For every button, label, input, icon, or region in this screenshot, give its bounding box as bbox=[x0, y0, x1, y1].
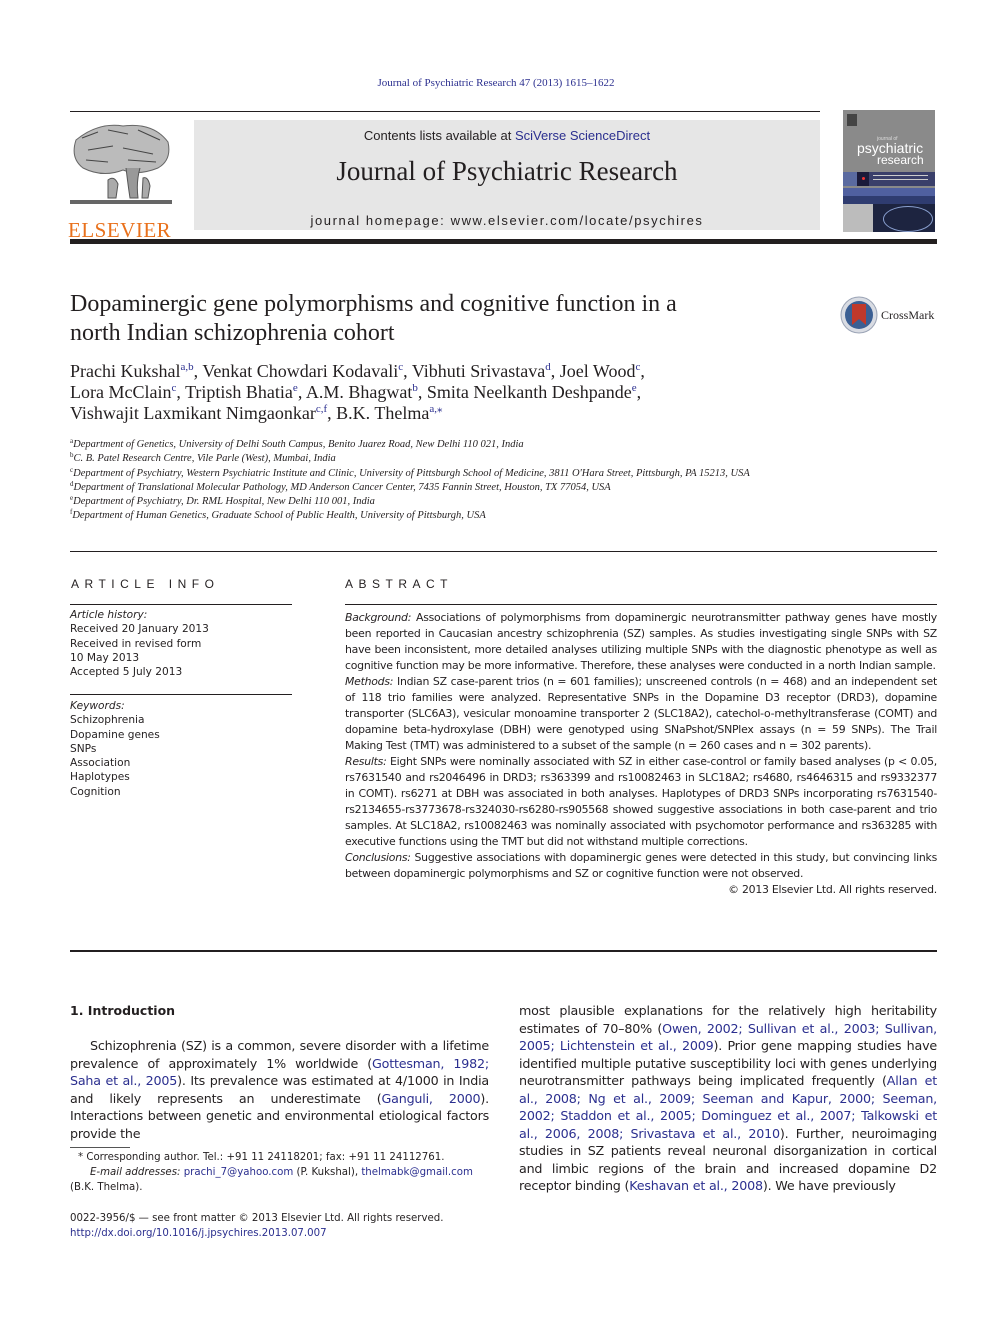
email-link-thelma[interactable]: thelmabk@gmail.com bbox=[361, 1167, 473, 1178]
affiliation-text: C. B. Patel Research Centre, Vile Parle … bbox=[73, 453, 336, 465]
introduction-right-column: most plausible explanations for the rela… bbox=[519, 1003, 937, 1193]
abstract-copyright: © 2013 Elsevier Ltd. All rights reserved… bbox=[728, 883, 937, 896]
keywords-label: Keywords: bbox=[70, 700, 125, 712]
keyword-item: Association bbox=[70, 757, 131, 770]
abstract-bottom-rule bbox=[70, 950, 937, 952]
affiliation-item: eDepartment of Psychiatry, Dr. RML Hospi… bbox=[70, 495, 770, 509]
journal-banner: Contents lists available at SciVerse Sci… bbox=[194, 120, 820, 230]
affiliation-item: dDepartment of Translational Molecular P… bbox=[70, 480, 770, 495]
keyword-item: Haplotypes bbox=[70, 771, 130, 784]
header-bottom-rule bbox=[70, 239, 937, 244]
author-name[interactable]: Vibhuti Srivastava bbox=[412, 361, 545, 381]
email2-owner: (B.K. Thelma). bbox=[70, 1182, 143, 1193]
article-history-label: Article history: bbox=[70, 609, 148, 621]
introduction-heading: 1. Introduction bbox=[70, 1003, 176, 1018]
history-item: Received in revised form bbox=[70, 637, 202, 650]
elsevier-tree-icon bbox=[68, 120, 174, 215]
author-name[interactable]: Joel Wood bbox=[560, 361, 636, 381]
author-list: Prachi Kukshala,b, Venkat Chowdari Kodav… bbox=[70, 361, 645, 423]
front-matter: 0022-3956/$ — see front matter © 2013 El… bbox=[70, 1211, 490, 1241]
author-affiliation-marker[interactable]: a,b bbox=[180, 361, 193, 373]
abstract-rule bbox=[345, 604, 937, 605]
author-name[interactable]: Prachi Kukshal bbox=[70, 361, 180, 381]
abstract-heading: ABSTRACT bbox=[345, 577, 454, 591]
cover-publisher-icon bbox=[847, 114, 857, 126]
affiliation-item: cDepartment of Psychiatry, Western Psych… bbox=[70, 466, 770, 481]
author-name[interactable]: Smita Neelkanth Deshpande bbox=[427, 382, 632, 402]
reference-link[interactable]: Ganguli, 2000 bbox=[382, 1091, 481, 1106]
affiliation-text: Department of Translational Molecular Pa… bbox=[73, 481, 611, 493]
keyword-item: Schizophrenia bbox=[70, 714, 145, 727]
author-affiliation-marker[interactable]: c,f bbox=[316, 403, 327, 415]
abstract-body: Background: Associations of polymorphism… bbox=[345, 610, 937, 898]
footnotes: * Corresponding author. Tel.: +91 11 241… bbox=[70, 1150, 490, 1195]
journal-homepage: journal homepage: www.elsevier.com/locat… bbox=[310, 213, 704, 228]
affiliation-text: Department of Psychiatry, Western Psychi… bbox=[73, 467, 750, 479]
crossmark-label: CrossMark bbox=[881, 308, 935, 322]
author-name[interactable]: Vishwajit Laxmikant Nimgaonkar bbox=[70, 403, 316, 423]
affiliation-item: fDepartment of Human Genetics, Graduate … bbox=[70, 509, 770, 523]
journal-cover-thumbnail[interactable]: journal of psychiatric research bbox=[843, 110, 935, 232]
history-item: Received 20 January 2013 bbox=[70, 623, 209, 636]
abstract-methods: Methods: Indian SZ case-parent trios (n … bbox=[345, 675, 937, 752]
homepage-link[interactable]: www.elsevier.com/locate/psychires bbox=[451, 213, 704, 228]
article-info-heading: ARTICLE INFO bbox=[71, 577, 220, 591]
affiliation-text: Department of Psychiatry, Dr. RML Hospit… bbox=[73, 496, 375, 508]
email-link-kukshal[interactable]: prachi_7@yahoo.com bbox=[184, 1167, 294, 1178]
author-affiliation-marker[interactable]: a,⁎ bbox=[429, 403, 442, 415]
keyword-item: Cognition bbox=[70, 785, 121, 798]
article-title: Dopaminergic gene polymorphisms and cogn… bbox=[70, 291, 677, 346]
author-name[interactable]: A.M. Bhagwat bbox=[306, 382, 413, 402]
crossmark-button[interactable]: CrossMark bbox=[840, 296, 940, 336]
elsevier-logo[interactable]: ELSEVIER bbox=[68, 120, 174, 242]
affiliation-bottom-rule bbox=[70, 551, 937, 552]
reference-link[interactable]: Keshavan et al., 2008 bbox=[629, 1178, 763, 1193]
keywords-rule bbox=[70, 694, 292, 695]
article-history: Article history: Received 20 January 201… bbox=[70, 608, 292, 679]
cover-image-strip bbox=[843, 172, 935, 186]
article-info-rule bbox=[70, 604, 292, 605]
journal-citation[interactable]: Journal of Psychiatric Research 47 (2013… bbox=[0, 77, 992, 89]
citation-link[interactable]: Journal of Psychiatric Research 47 (2013… bbox=[377, 77, 614, 89]
footnote-rule bbox=[70, 1147, 130, 1148]
corresponding-author-note: * Corresponding author. Tel.: +91 11 241… bbox=[78, 1152, 445, 1163]
cover-brain-image bbox=[873, 204, 935, 232]
affiliation-item: aDepartment of Genetics, University of D… bbox=[70, 438, 770, 452]
doi-link[interactable]: http://dx.doi.org/10.1016/j.jpsychires.2… bbox=[70, 1226, 490, 1241]
abstract-results: Results: Eight SNPs were nominally assoc… bbox=[345, 755, 937, 848]
introduction-left-column: Schizophrenia (SZ) is a common, severe d… bbox=[70, 1038, 490, 1141]
email-addresses: E-mail addresses: prachi_7@yahoo.com (P.… bbox=[90, 1167, 473, 1178]
affiliation-text: Department of Genetics, University of De… bbox=[73, 439, 524, 450]
abstract-conclusions: Conclusions: Suggestive associations wit… bbox=[345, 851, 937, 880]
keywords-section: Keywords: Schizophrenia Dopamine genes SNP… bbox=[70, 699, 292, 799]
cover-title-2: research bbox=[877, 153, 924, 167]
affiliation-text: Department of Human Genetics, Graduate S… bbox=[72, 510, 486, 522]
keyword-item: SNPs bbox=[70, 742, 97, 755]
author-name[interactable]: Lora McClain bbox=[70, 382, 171, 402]
keyword-item: Dopamine genes bbox=[70, 728, 160, 741]
author-name[interactable]: Venkat Chowdari Kodavali bbox=[202, 361, 398, 381]
header-top-rule bbox=[70, 111, 820, 112]
author-name[interactable]: B.K. Thelma bbox=[336, 403, 429, 423]
abstract-background: Background: Associations of polymorphism… bbox=[345, 611, 937, 672]
history-item: Accepted 5 July 2013 bbox=[70, 666, 183, 679]
contents-line: Contents lists available at SciVerse Sci… bbox=[363, 128, 651, 143]
crossmark-icon bbox=[840, 296, 878, 334]
affiliation-item: bC. B. Patel Research Centre, Vile Parle… bbox=[70, 452, 770, 466]
journal-title: Journal of Psychiatric Research bbox=[336, 156, 678, 186]
sciencedirect-link[interactable]: SciVerse ScienceDirect bbox=[515, 128, 650, 143]
author-name[interactable]: Triptish Bhatia bbox=[185, 382, 293, 402]
history-item: 10 May 2013 bbox=[70, 651, 140, 664]
affiliation-list: aDepartment of Genetics, University of D… bbox=[70, 438, 770, 524]
issn-line: 0022-3956/$ — see front matter © 2013 El… bbox=[70, 1213, 444, 1224]
